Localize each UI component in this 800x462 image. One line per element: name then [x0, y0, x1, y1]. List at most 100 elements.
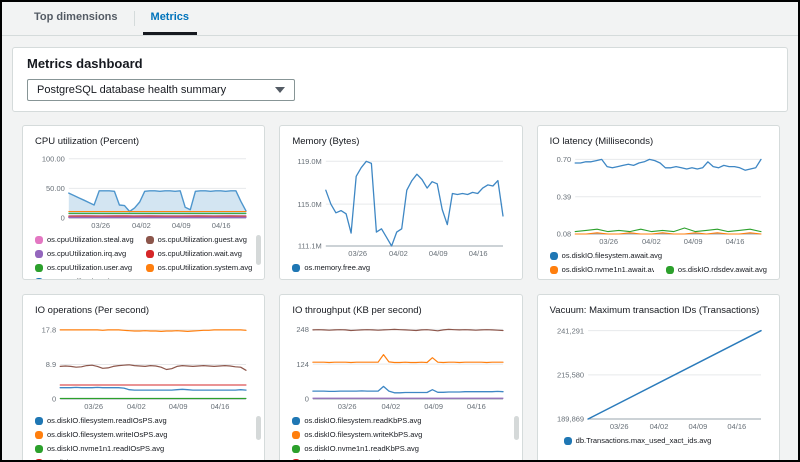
legend-swatch — [35, 250, 43, 258]
legend-swatch — [550, 252, 558, 260]
legend-label: os.diskIO.nvme1n1.await.avg — [562, 264, 654, 275]
chart-legend: db.Transactions.max_used_xact_ids.avg — [564, 435, 767, 446]
legend-swatch — [146, 236, 154, 244]
chart-card-io-throughput: IO throughput (KB per second)248124003/2… — [279, 294, 522, 462]
legend-label: os.cpuUtilization.nice.avg — [47, 276, 132, 280]
chart-legend: os.memory.free.avg — [292, 262, 509, 273]
svg-text:04/16: 04/16 — [727, 422, 746, 431]
chart-card-io-operations: IO operations (Per second)17.88.9003/260… — [22, 294, 265, 462]
svg-text:50.00: 50.00 — [46, 184, 65, 193]
legend-item[interactable]: os.diskIO.filesystem.readKbPS.avg — [292, 415, 509, 426]
legend-item[interactable]: os.cpuUtilization.wait.avg — [146, 248, 253, 259]
chart-plot[interactable]: 248124003/2604/0204/0904/16 — [292, 320, 509, 412]
legend-label: os.diskIO.nvme1n1.readIOsPS.avg — [47, 443, 164, 454]
svg-text:241,291: 241,291 — [557, 326, 584, 335]
chart-title: IO operations (Per second) — [35, 305, 252, 316]
chart-card-memory: Memory (Bytes)119.0M115.0M111.1M03/2604/… — [279, 125, 522, 280]
chart-plot[interactable]: 100.0050.00003/2604/0204/0904/16 — [35, 151, 252, 231]
legend-item[interactable]: os.cpuUtilization.irq.avg — [35, 248, 142, 259]
svg-text:04/02: 04/02 — [132, 221, 151, 230]
svg-text:03/26: 03/26 — [338, 402, 357, 411]
svg-text:8.9: 8.9 — [46, 360, 56, 369]
legend-label: os.cpuUtilization.irq.avg — [47, 248, 126, 259]
legend-item[interactable]: os.cpuUtilization.user.avg — [35, 262, 142, 273]
svg-text:17.8: 17.8 — [42, 325, 57, 334]
svg-text:03/26: 03/26 — [91, 221, 110, 230]
legend-swatch — [35, 278, 43, 281]
legend-label: os.diskIO.nvme1n1.writeKbPS.avg — [304, 457, 419, 462]
svg-text:0: 0 — [52, 395, 56, 404]
dashboard-select[interactable]: PostgreSQL database health summary — [27, 79, 295, 101]
legend-swatch — [292, 431, 300, 439]
legend-item[interactable]: os.diskIO.nvme1n1.await.avg — [550, 264, 654, 275]
chart-card-cpu-utilization: CPU utilization (Percent) 100.00 50.00 0 03/… — [22, 125, 265, 280]
legend-item[interactable]: os.diskIO.nvme1n1.readKbPS.avg — [292, 443, 509, 454]
legend-item[interactable]: os.diskIO.rdsdev.await.avg — [666, 264, 767, 275]
legend-swatch — [35, 459, 43, 462]
legend-item[interactable]: db.Transactions.max_used_xact_ids.avg — [564, 435, 712, 446]
svg-text:04/16: 04/16 — [469, 249, 488, 258]
legend-item[interactable]: os.cpuUtilization.system.avg — [146, 262, 253, 273]
tab-bar: Top dimensions Metrics — [2, 2, 798, 36]
legend-scrollbar[interactable] — [256, 416, 261, 440]
legend-item[interactable]: os.cpuUtilization.steal.avg — [35, 234, 142, 245]
chart-title: Memory (Bytes) — [292, 136, 509, 147]
chart-plot[interactable]: 241,291215,580189,86903/2604/0204/0904/1… — [550, 320, 767, 432]
legend-item[interactable]: os.memory.free.avg — [292, 262, 370, 273]
legend-swatch — [292, 264, 300, 272]
svg-text:03/26: 03/26 — [599, 237, 618, 246]
panel-title: Metrics dashboard — [27, 56, 773, 71]
legend-item[interactable]: os.cpuUtilization.guest.avg — [146, 234, 253, 245]
legend-item[interactable]: os.diskIO.filesystem.await.avg — [550, 250, 767, 261]
svg-text:0.70: 0.70 — [556, 155, 571, 164]
svg-text:04/16: 04/16 — [725, 237, 744, 246]
tab-top-dimensions[interactable]: Top dimensions — [26, 2, 126, 35]
legend-item[interactable]: os.cpuUtilization.nice.avg — [35, 276, 142, 280]
legend-swatch — [564, 437, 572, 445]
tab-metrics[interactable]: Metrics — [143, 2, 198, 35]
legend-label: db.Transactions.max_used_xact_ids.avg — [576, 435, 712, 446]
legend-swatch — [666, 266, 674, 274]
svg-text:04/02: 04/02 — [382, 402, 401, 411]
svg-text:124: 124 — [297, 360, 310, 369]
svg-text:0: 0 — [61, 214, 65, 223]
chart-legend: os.diskIO.filesystem.readIOsPS.avg os.dis… — [35, 415, 252, 462]
chart-title: CPU utilization (Percent) — [35, 136, 252, 147]
legend-label: os.diskIO.nvme1n1.readKbPS.avg — [304, 443, 419, 454]
svg-text:100.00: 100.00 — [42, 154, 65, 163]
svg-text:215,580: 215,580 — [557, 370, 584, 379]
legend-item[interactable]: os.diskIO.filesystem.readIOsPS.avg — [35, 415, 252, 426]
legend-swatch — [35, 417, 43, 425]
svg-text:04/09: 04/09 — [429, 249, 448, 258]
legend-scrollbar[interactable] — [256, 235, 261, 265]
legend-swatch — [35, 431, 43, 439]
legend-label: os.diskIO.filesystem.await.avg — [562, 250, 662, 261]
legend-item[interactable]: os.diskIO.nvme1n1.readIOsPS.avg — [35, 443, 252, 454]
chart-canvas: 241,291215,580189,86903/2604/0204/0904/1… — [550, 320, 767, 432]
svg-text:04/09: 04/09 — [688, 422, 707, 431]
legend-scrollbar[interactable] — [514, 416, 519, 440]
legend-label: os.memory.free.avg — [304, 262, 370, 273]
chart-legend: os.cpuUtilization.steal.avg os.cpuUtiliza… — [35, 234, 252, 280]
legend-item[interactable]: os.diskIO.filesystem.writeIOsPS.avg — [35, 429, 252, 440]
legend-swatch — [35, 236, 43, 244]
legend-swatch — [146, 250, 154, 258]
chart-canvas: 119.0M115.0M111.1M03/2604/0204/0904/16 — [292, 151, 509, 259]
svg-text:04/16: 04/16 — [211, 402, 230, 411]
chart-plot[interactable]: 0.700.390.0803/2604/0204/0904/16 — [550, 151, 767, 247]
svg-text:04/09: 04/09 — [169, 402, 188, 411]
legend-label: os.diskIO.filesystem.readIOsPS.avg — [47, 415, 167, 426]
legend-item[interactable]: os.diskIO.nvme1n1.writeKbPS.avg — [292, 457, 509, 462]
legend-item[interactable]: os.diskIO.nvme1n1.writeIOsPS.avg — [35, 457, 252, 462]
app-window: Top dimensions Metrics Metrics dashboard… — [0, 0, 800, 462]
svg-text:04/09: 04/09 — [683, 237, 702, 246]
chart-plot[interactable]: 17.88.9003/2604/0204/0904/16 — [35, 320, 252, 412]
svg-text:04/02: 04/02 — [642, 237, 661, 246]
chart-plot[interactable]: 119.0M115.0M111.1M03/2604/0204/0904/16 — [292, 151, 509, 259]
chart-canvas: 100.0050.00003/2604/0204/0904/16 — [35, 151, 252, 231]
legend-swatch — [292, 417, 300, 425]
chart-title: Vacuum: Maximum transaction IDs (Transac… — [550, 305, 767, 316]
legend-label: os.diskIO.filesystem.writeKbPS.avg — [304, 429, 422, 440]
chart-legend: os.diskIO.filesystem.readKbPS.avg os.disk… — [292, 415, 509, 462]
legend-item[interactable]: os.diskIO.filesystem.writeKbPS.avg — [292, 429, 509, 440]
